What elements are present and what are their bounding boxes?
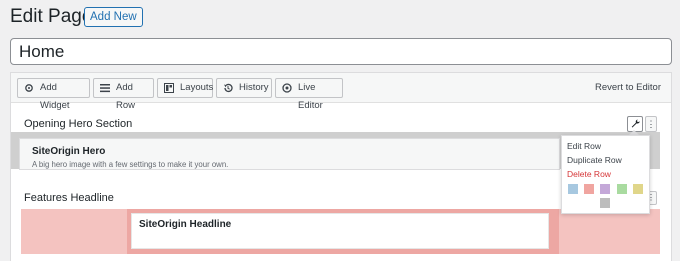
wrench-icon [631, 119, 640, 130]
live-editor-label: Live Editor [298, 82, 323, 111]
add-row-icon [100, 83, 110, 93]
row-move-button[interactable]: ⋮ [645, 116, 657, 132]
widget-title: SiteOrigin Hero [32, 146, 106, 157]
history-icon [223, 83, 233, 93]
row-color-swatch[interactable] [600, 184, 610, 194]
widget-description: A big hero image with a few settings to … [32, 160, 229, 169]
builder-toolbar: Add Widget Add Row Layouts History Live … [11, 73, 671, 111]
duplicate-row-item[interactable]: Duplicate Row [567, 155, 622, 165]
live-editor-button[interactable]: Live Editor [275, 78, 343, 111]
add-row-button[interactable]: Add Row [93, 78, 154, 111]
eye-icon [282, 83, 292, 93]
layouts-icon [164, 83, 174, 93]
history-label: History [239, 82, 269, 93]
page-title: Edit Page [10, 6, 93, 27]
widget-title: SiteOrigin Headline [139, 219, 232, 230]
add-row-label: Add Row [116, 82, 136, 111]
page-title-input[interactable]: Home [10, 38, 672, 65]
row-label-opening-hero: Opening Hero Section [24, 118, 133, 130]
row-color-swatch[interactable] [600, 198, 610, 208]
add-widget-icon [24, 83, 34, 93]
row-color-swatch[interactable] [633, 184, 643, 194]
row-color-swatch[interactable] [568, 184, 578, 194]
layouts-button[interactable]: Layouts [157, 78, 213, 98]
row-color-swatch[interactable] [617, 184, 627, 194]
layouts-label: Layouts [180, 82, 214, 93]
edit-row-item[interactable]: Edit Row [567, 141, 601, 151]
row-color-swatch[interactable] [584, 184, 594, 194]
delete-row-item[interactable]: Delete Row [567, 169, 611, 179]
row-label-features-headline: Features Headline [24, 192, 114, 204]
add-new-button[interactable]: Add New [84, 7, 143, 27]
history-button[interactable]: History [216, 78, 272, 98]
add-widget-label: Add Widget [40, 82, 70, 111]
kebab-icon: ⋮ [646, 119, 656, 129]
add-widget-button[interactable]: Add Widget [17, 78, 90, 111]
revert-to-editor-link[interactable]: Revert to Editor [595, 82, 661, 93]
